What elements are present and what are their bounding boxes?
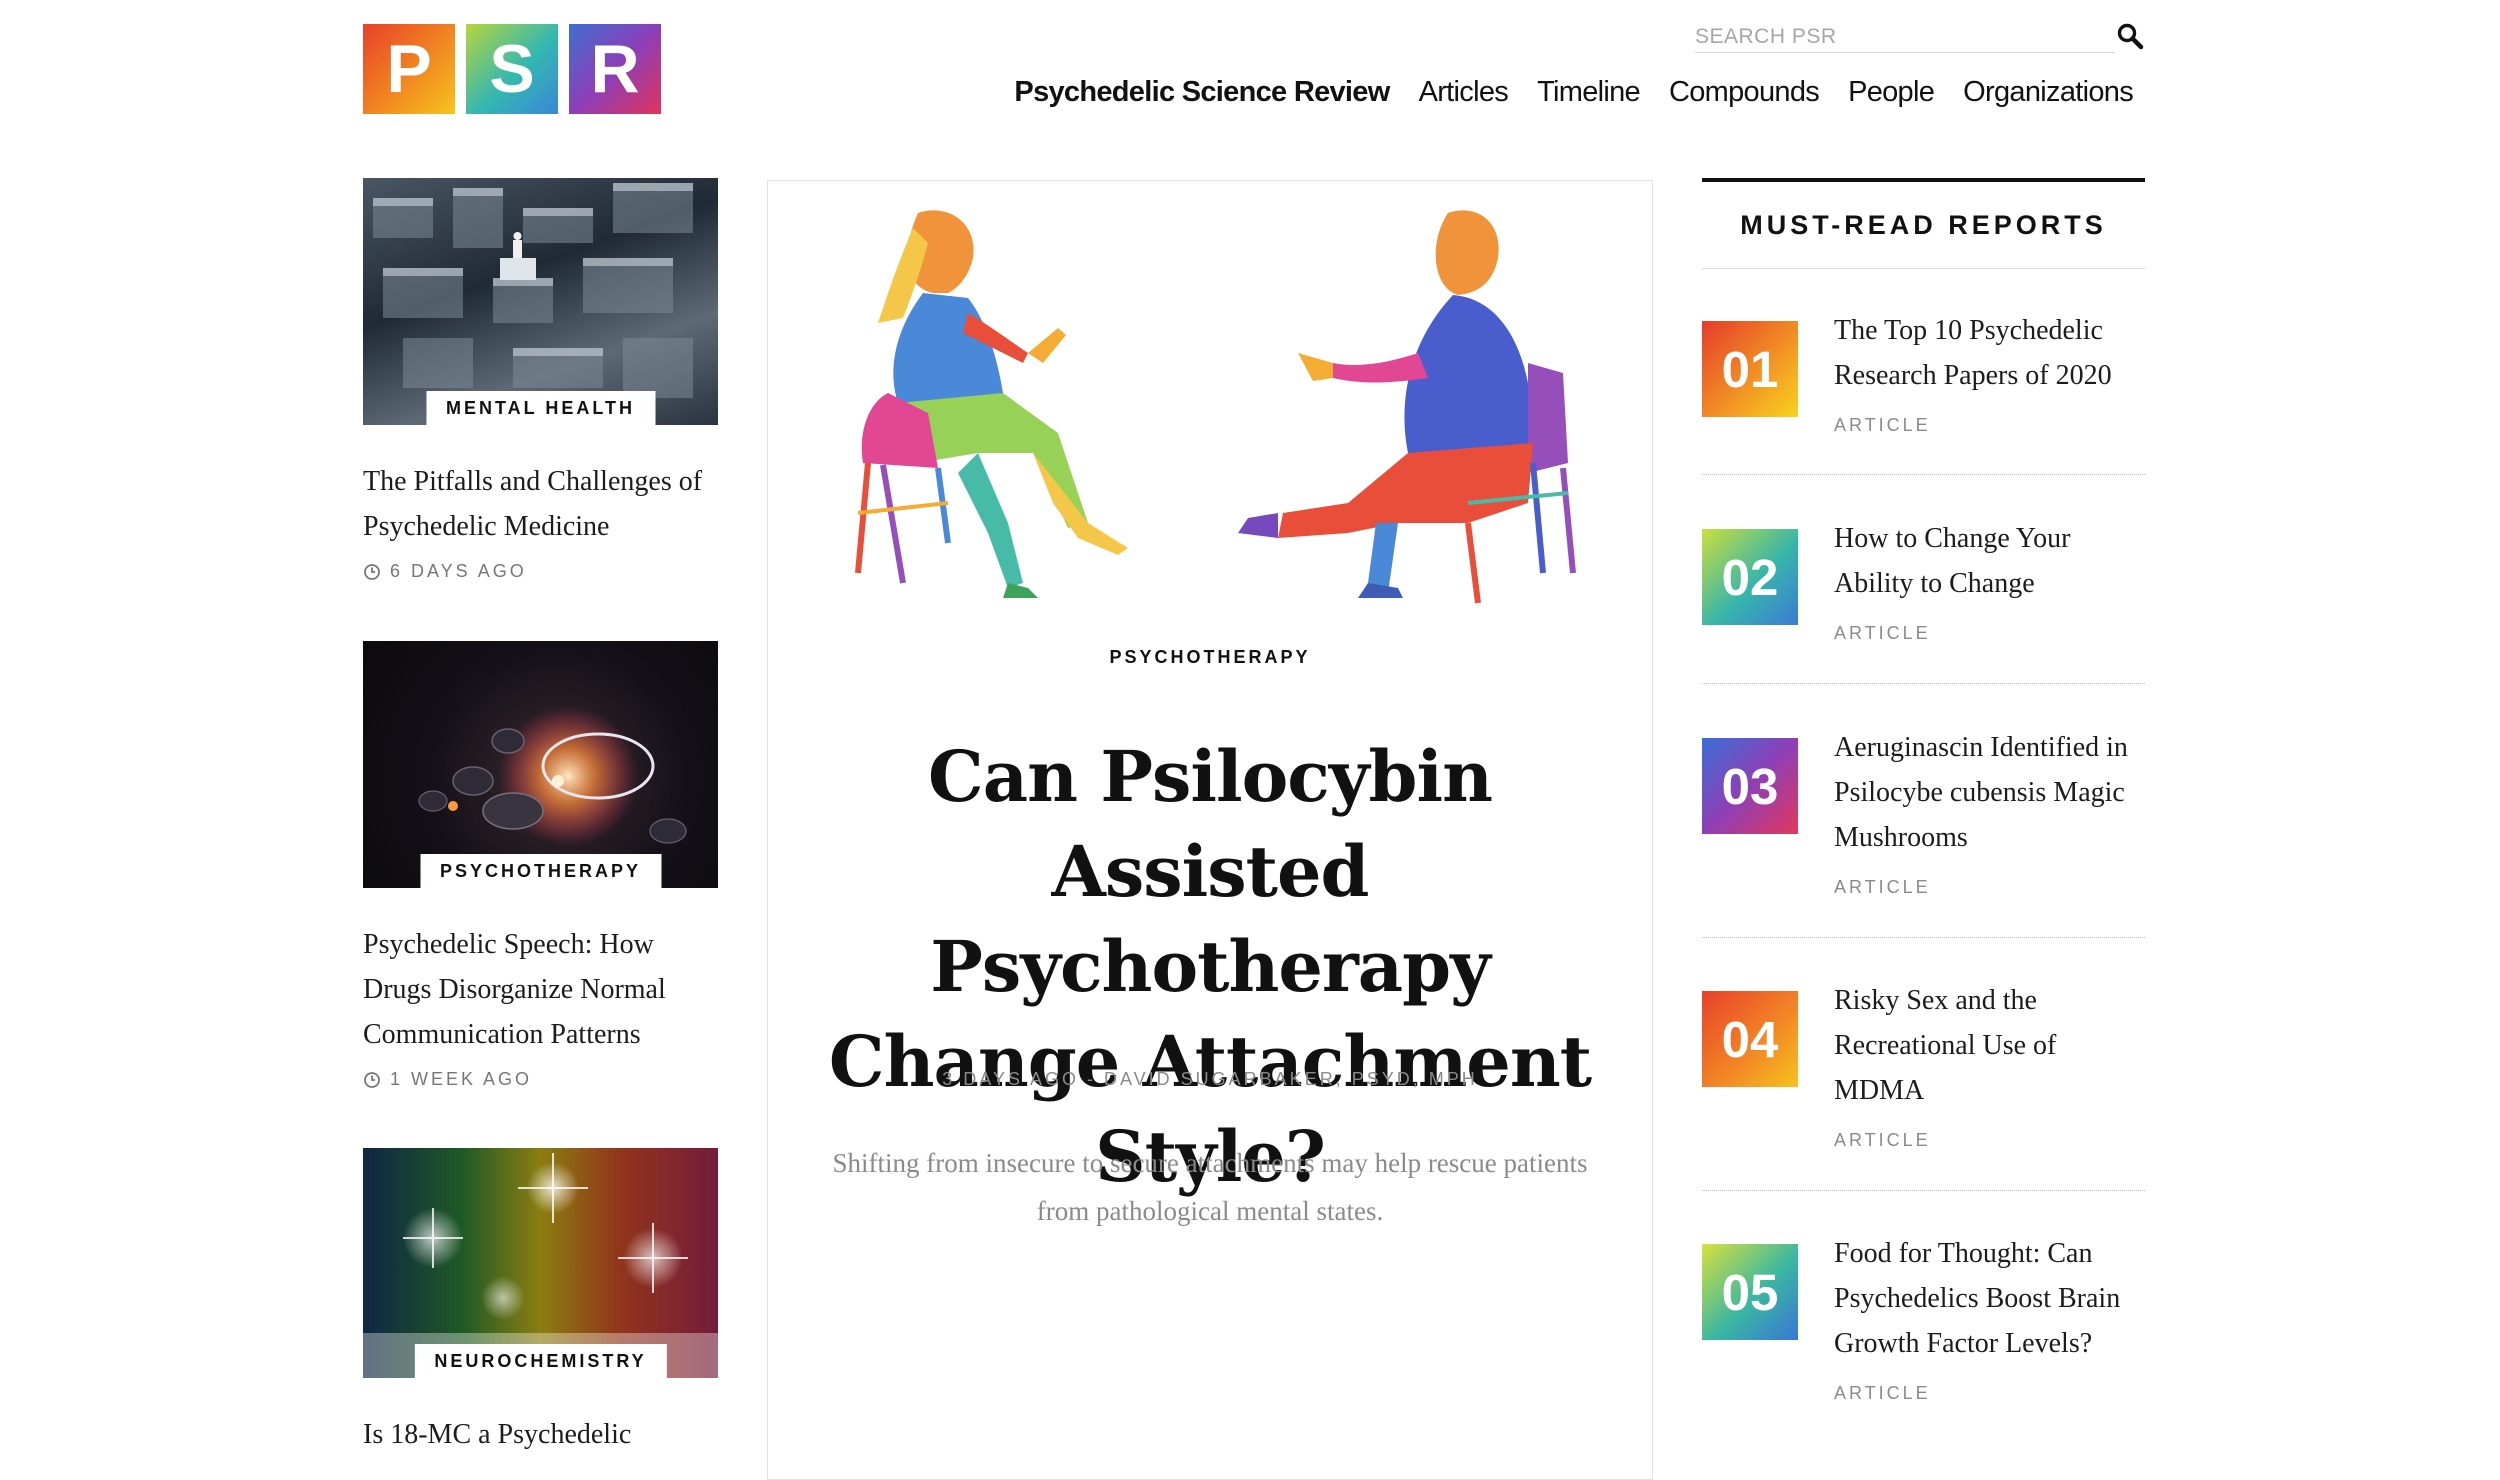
featured-dek: Shifting from insecure to secure attachm… [832,1148,1588,1226]
maze-illustration [373,183,693,398]
article-card: PSYCHOTHERAPY Psychedelic Speech: How Dr… [363,641,718,1090]
nav-articles[interactable]: Articles [1419,76,1509,109]
featured-illustration[interactable] [828,203,1598,643]
report-type: ARTICLE [1834,623,1931,643]
report-number[interactable]: 05 [1702,1244,1798,1340]
search-icon[interactable] [2116,22,2144,50]
report-divider [1702,937,2145,938]
article-card: MENTAL HEALTH The Pitfalls and Challenge… [363,178,718,582]
report-divider [1702,683,2145,684]
site-logo[interactable]: P S R [363,24,661,114]
report-type: ARTICLE [1834,1383,1931,1403]
search-input[interactable] [1695,22,2115,53]
report-type: ARTICLE [1834,1130,1931,1150]
report-title[interactable]: Food for Thought: Can Psychedelics Boost… [1834,1231,2145,1366]
main-nav: Psychedelic Science Review Articles Time… [1014,76,2133,109]
report-number[interactable]: 02 [1702,529,1798,625]
must-read-reports: MUST-READ REPORTS 01 The Top 10 Psychede… [1702,178,2145,1403]
nav-timeline[interactable]: Timeline [1537,76,1641,109]
right-figure [1238,210,1576,604]
article-thumbnail[interactable]: MENTAL HEALTH [363,178,718,425]
article-meta: 6 DAYS AGO [363,561,718,582]
nav-people[interactable]: People [1848,76,1935,109]
report-divider [1702,474,2145,475]
featured-meta: 3 DAYS AGO - DAVID SUGARBAKER, PSYD, MPH [942,1069,1478,1089]
category-badge[interactable]: PSYCHOTHERAPY [419,854,662,888]
category-badge[interactable]: NEUROCHEMISTRY [414,1344,667,1378]
search-box [1695,22,2145,54]
report-title[interactable]: How to Change Your Ability to Change [1834,516,2145,606]
report-number[interactable]: 04 [1702,991,1798,1087]
report-title[interactable]: The Top 10 Psychedelic Research Papers o… [1834,308,2145,398]
article-time: 6 DAYS AGO [390,561,527,581]
section-heading: MUST-READ REPORTS [1702,182,2145,269]
page: P S R Psychedelic Science Review Article… [0,0,2500,1480]
report-type: ARTICLE [1834,415,1931,435]
report-type: ARTICLE [1834,877,1931,897]
report-title[interactable]: Aeruginascin Identified in Psilocybe cub… [1834,725,2145,860]
nav-organizations[interactable]: Organizations [1963,76,2134,109]
article-title[interactable]: Is 18-MC a Psychedelic [363,1412,718,1457]
report-divider [1702,1190,2145,1191]
logo-tile-s: S [466,24,558,114]
logo-tile-r: R [569,24,661,114]
clock-icon [364,1071,380,1088]
article-thumbnail[interactable]: NEUROCHEMISTRY [363,1148,718,1378]
report-number[interactable]: 03 [1702,738,1798,834]
article-meta: 1 WEEK AGO [363,1069,718,1090]
logo-tile-p: P [363,24,455,114]
clock-icon [364,563,380,580]
featured-category[interactable]: PSYCHOTHERAPY [768,647,1652,668]
article-card: NEUROCHEMISTRY Is 18-MC a Psychedelic [363,1148,718,1457]
category-badge[interactable]: MENTAL HEALTH [426,391,655,425]
article-time: 1 WEEK AGO [390,1069,533,1089]
left-figure [855,210,1128,598]
speech-bubbles-illustration [418,706,687,846]
nav-site-home[interactable]: Psychedelic Science Review [1014,76,1390,109]
report-number[interactable]: 01 [1702,321,1798,417]
featured-article: PSYCHOTHERAPY Can Psilocybin Assisted Ps… [767,180,1653,1480]
nav-compounds[interactable]: Compounds [1669,76,1820,109]
article-title[interactable]: The Pitfalls and Challenges of Psychedel… [363,459,718,549]
featured-title[interactable]: Can Psilocybin Assisted Psychotherapy Ch… [798,729,1622,1204]
article-thumbnail[interactable]: PSYCHOTHERAPY [363,641,718,888]
report-title[interactable]: Risky Sex and the Recreational Use of MD… [1834,978,2145,1113]
article-title[interactable]: Psychedelic Speech: How Drugs Disorganiz… [363,922,718,1057]
